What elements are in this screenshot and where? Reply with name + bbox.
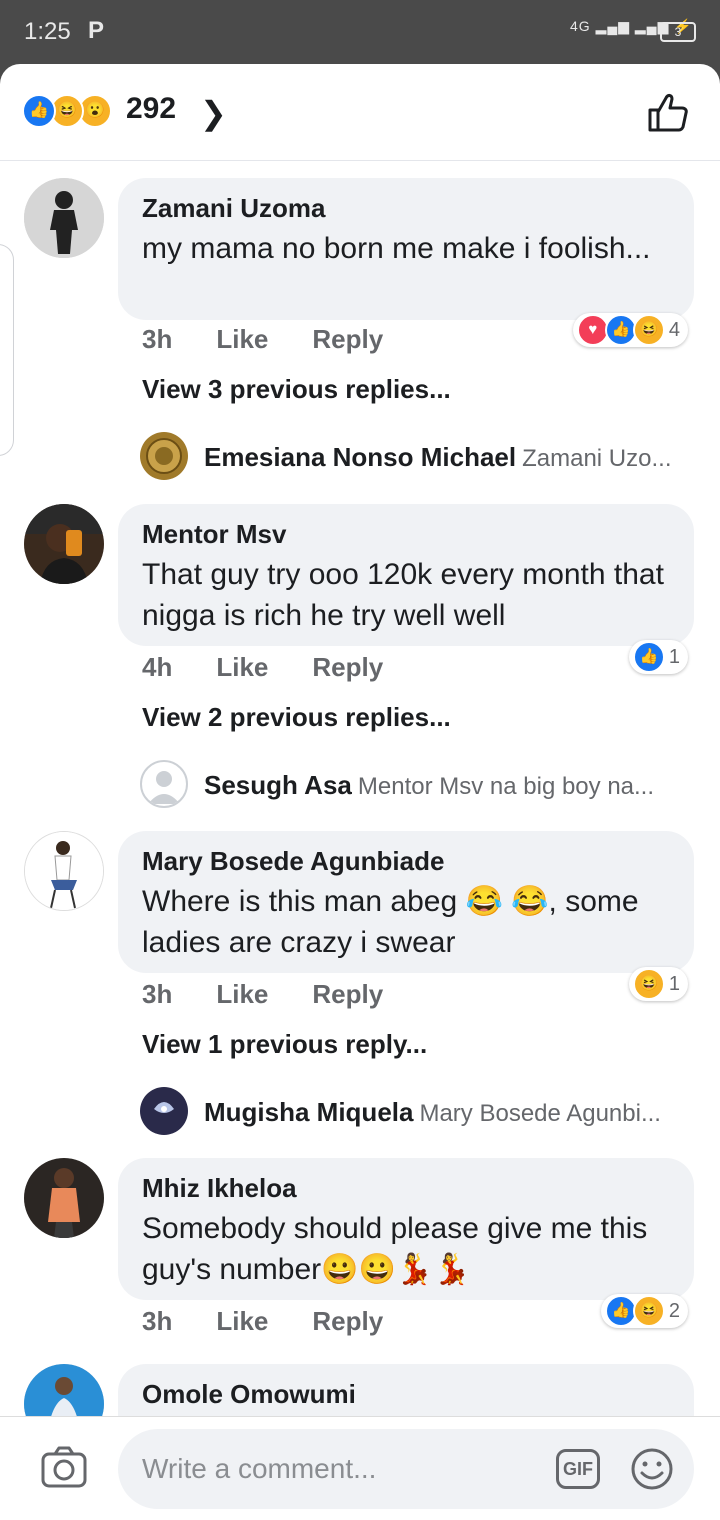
comment-time: 4h <box>142 652 173 682</box>
reply-button[interactable]: Reply <box>312 979 383 1009</box>
view-previous-replies[interactable]: View 3 previous replies... <box>142 374 451 405</box>
gif-label: GIF <box>563 1459 593 1479</box>
commenter-name[interactable]: Mary Bosede Agunbiade <box>142 847 670 875</box>
avatar[interactable] <box>24 1158 104 1238</box>
comment-text: Where is this man abeg 😂 😂, some ladies … <box>142 885 639 959</box>
reply-avatar[interactable] <box>140 760 188 808</box>
comment-reactions[interactable]: 😆 1 <box>628 967 688 1001</box>
comment-text: my mama no born me make i foolish... <box>142 232 651 265</box>
comment-reaction-count: 1 <box>668 972 680 995</box>
reply-author-name: Sesugh Asa <box>204 770 352 800</box>
commenter-name[interactable]: Mhiz Ikheloa <box>142 1174 670 1202</box>
reply-avatar[interactable] <box>140 1087 188 1135</box>
reaction-count[interactable]: 292 <box>126 92 176 126</box>
comment-text: Somebody should please give me this guy'… <box>142 1212 648 1286</box>
comment-actions: 4h Like Reply <box>142 652 427 683</box>
reactions-header: 👍 😆 😮 292 ❯ <box>0 64 720 161</box>
comment-bubble[interactable]: Zamani Uzoma my mama no born me make i f… <box>118 178 694 320</box>
status-bar: 1:25 P 4G ▂▄▆ ▂▄▆ ⚡ 3 <box>0 0 720 64</box>
chevron-right-icon[interactable]: ❯ <box>200 94 227 132</box>
like-button[interactable]: Like <box>216 1306 268 1336</box>
camera-icon[interactable] <box>40 1445 88 1489</box>
comment-bubble[interactable]: Mhiz Ikheloa Somebody should please give… <box>118 1158 694 1300</box>
view-previous-replies[interactable]: View 1 previous reply... <box>142 1029 427 1060</box>
reply-preview-text: Mentor Msv na big boy na... <box>357 773 655 800</box>
reply-preview[interactable]: Mugisha Miquela Mary Bosede Agunbi... <box>204 1097 661 1128</box>
latest-reply[interactable]: Mugisha Miquela Mary Bosede Agunbi... <box>140 1087 700 1135</box>
latest-reply[interactable]: Emesiana Nonso Michael Zamani Uzo... <box>140 432 700 480</box>
reply-author-name: Emesiana Nonso Michael <box>204 442 517 472</box>
notification-p-icon: P <box>88 17 105 44</box>
latest-reply[interactable]: Sesugh Asa Mentor Msv na big boy na... <box>140 760 700 808</box>
reply-button[interactable]: Reply <box>312 324 383 354</box>
like-button[interactable]: Like <box>216 324 268 354</box>
side-panel-edge <box>0 244 14 456</box>
comment-input[interactable]: Write a comment... GIF <box>118 1429 694 1509</box>
reply-button[interactable]: Reply <box>312 1306 383 1336</box>
haha-reaction-icon: 😆 <box>632 1295 665 1327</box>
reply-button[interactable]: Reply <box>312 652 383 682</box>
reply-avatar[interactable] <box>140 432 188 480</box>
comment-actions: 3h Like Reply <box>142 1306 427 1337</box>
avatar[interactable] <box>24 178 104 258</box>
comment-actions: 3h Like Reply <box>142 324 427 355</box>
view-previous-replies[interactable]: View 2 previous replies... <box>142 702 451 733</box>
comment-reactions[interactable]: ♥ 👍 😆 4 <box>572 313 688 347</box>
like-button[interactable]: Like <box>216 979 268 1009</box>
comment-input-placeholder: Write a comment... <box>142 1453 377 1484</box>
comment-composer: Write a comment... GIF <box>0 1416 720 1520</box>
haha-reaction-icon: 😆 <box>632 314 665 346</box>
comments-sheet: 👍 😆 😮 292 ❯ Zamani Uzoma my mama no born… <box>0 64 720 1520</box>
comment-time: 3h <box>142 979 173 1009</box>
gif-button[interactable]: GIF <box>556 1449 600 1489</box>
comment-bubble[interactable]: Mary Bosede Agunbiade Where is this man … <box>118 831 694 973</box>
comment-reactions[interactable]: 👍 😆 2 <box>600 1294 688 1328</box>
comment-text: That guy try ooo 120k every month that n… <box>142 558 664 632</box>
emoji-icon[interactable] <box>630 1447 674 1491</box>
like-thumb-icon[interactable] <box>646 90 690 134</box>
reply-preview[interactable]: Sesugh Asa Mentor Msv na big boy na... <box>204 770 654 801</box>
reply-preview[interactable]: Emesiana Nonso Michael Zamani Uzo... <box>204 442 672 473</box>
avatar[interactable] <box>24 831 104 911</box>
reply-author-name: Mugisha Miquela <box>204 1097 414 1127</box>
reply-preview-text: Mary Bosede Agunbi... <box>419 1100 661 1127</box>
like-button[interactable]: Like <box>216 652 268 682</box>
reply-preview-text: Zamani Uzo... <box>522 445 672 472</box>
comment-time: 3h <box>142 324 173 354</box>
commenter-name[interactable]: Mentor Msv <box>142 520 670 548</box>
battery-level: 3 <box>674 25 682 39</box>
commenter-name[interactable]: Omole Omowumi <box>142 1380 670 1408</box>
battery-icon: 3 <box>660 22 696 42</box>
avatar[interactable] <box>24 504 104 584</box>
comment-bubble[interactable]: Mentor Msv That guy try ooo 120k every m… <box>118 504 694 646</box>
network-type: 4G <box>570 18 591 34</box>
like-reaction-icon: 👍 <box>632 641 665 673</box>
commenter-name[interactable]: Zamani Uzoma <box>142 194 670 222</box>
comment-actions: 3h Like Reply <box>142 979 427 1010</box>
comment-reaction-count: 4 <box>668 318 680 341</box>
like-reaction-icon: 👍 <box>22 94 56 128</box>
haha-reaction-icon: 😆 <box>632 968 665 1000</box>
status-time: 1:25 <box>24 18 71 45</box>
comment-reaction-count: 2 <box>668 1299 680 1322</box>
comment-reactions[interactable]: 👍 1 <box>628 640 688 674</box>
comment-reaction-count: 1 <box>668 645 680 668</box>
comment-time: 3h <box>142 1306 173 1336</box>
